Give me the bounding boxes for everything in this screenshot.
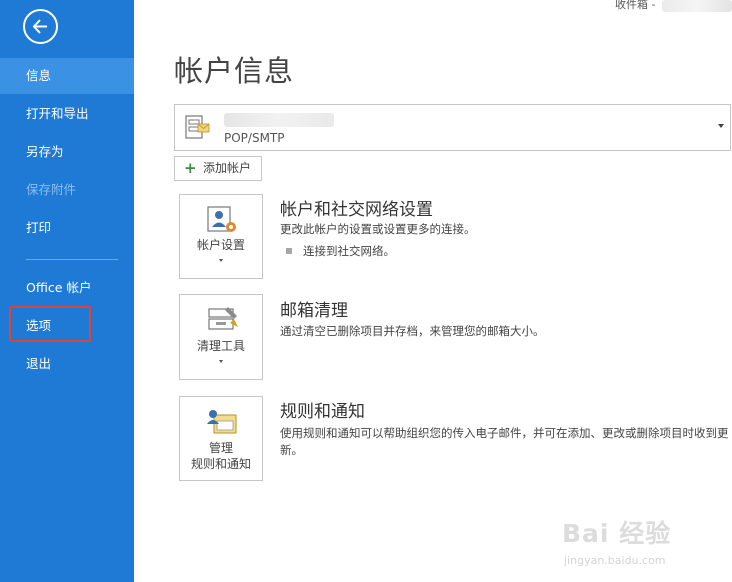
add-account-button[interactable]: + 添加帐户: [174, 156, 262, 181]
account-selector-dropdown[interactable]: POP/SMTP: [174, 104, 731, 151]
account-settings-button[interactable]: 帐户设置: [179, 194, 263, 279]
chevron-down-icon: [219, 259, 223, 262]
nav-item-office-account[interactable]: Office 帐户: [0, 270, 134, 306]
options-highlight-box: [9, 306, 91, 342]
nav-item-info[interactable]: 信息: [0, 58, 134, 94]
account-settings-label: 帐户设置: [196, 238, 245, 252]
manage-rules-alerts-button[interactable]: 管理 规则和通知: [179, 396, 263, 481]
section-title-rules-alerts: 规则和通知: [280, 402, 365, 422]
blurred-account-name: [662, 0, 732, 12]
section-title-account-social: 帐户和社交网络设置: [280, 200, 433, 220]
section-title-mailbox-cleanup: 邮箱清理: [280, 301, 348, 321]
manage-label: 管理: [208, 441, 233, 455]
rules-alerts-icon: [207, 410, 237, 434]
chevron-down-icon: [219, 360, 223, 363]
baidu-jingyan-watermark: Bai 经验 jingyan.baidu.com: [562, 512, 732, 578]
social-network-label: 连接到社交网络。: [303, 244, 395, 258]
back-button[interactable]: [23, 9, 58, 44]
nav-item-exit[interactable]: 退出: [0, 346, 134, 382]
account-settings-icon: [207, 206, 236, 232]
blurred-email-address: [224, 113, 334, 127]
nav-item-save-attachments: 保存附件: [26, 182, 77, 197]
plus-icon: +: [184, 159, 197, 177]
outlook-backstage: 信息 打开和导出 另存为 保存附件 打印 Office 帐户 选项 退出 收件箱…: [0, 0, 732, 582]
sidebar-divider: [26, 259, 118, 260]
watermark-url: jingyan.baidu.com: [564, 554, 666, 567]
bullet-square-icon: [286, 248, 292, 254]
window-title-text: 收件箱 -: [615, 0, 656, 11]
social-network-link[interactable]: 连接到社交网络。: [286, 243, 395, 259]
section-desc-account-social: 更改此帐户的设置或设置更多的连接。: [280, 222, 476, 236]
cleanup-tools-label: 清理工具: [196, 339, 245, 353]
account-type-label: POP/SMTP: [224, 131, 285, 145]
watermark-logo-text: Bai 经验: [562, 519, 672, 548]
account-file-icon: [185, 115, 210, 139]
dropdown-arrow-icon: [718, 124, 724, 128]
page-title: 帐户信息: [174, 54, 295, 88]
add-account-label: 添加帐户: [203, 161, 252, 175]
cleanup-tools-icon: [208, 307, 238, 330]
section-desc-rules-alerts: 使用规则和通知可以帮助组织您的传入电子邮件，并可在添加、更改或删除项目时收到更新…: [280, 426, 729, 457]
nav-item-print[interactable]: 打印: [0, 210, 134, 246]
back-arrow-icon: [32, 19, 47, 34]
rules-alerts-label: 规则和通知: [190, 457, 251, 471]
nav-item-open-export[interactable]: 打开和导出: [0, 96, 134, 132]
cleanup-tools-button[interactable]: 清理工具: [179, 294, 263, 380]
section-desc-mailbox-cleanup: 通过清空已删除项目并存档，来管理您的邮箱大小。: [280, 324, 545, 338]
backstage-sidebar: 信息 打开和导出 另存为 保存附件 打印 Office 帐户 选项 退出: [0, 0, 134, 582]
nav-item-save-as[interactable]: 另存为: [0, 134, 134, 170]
